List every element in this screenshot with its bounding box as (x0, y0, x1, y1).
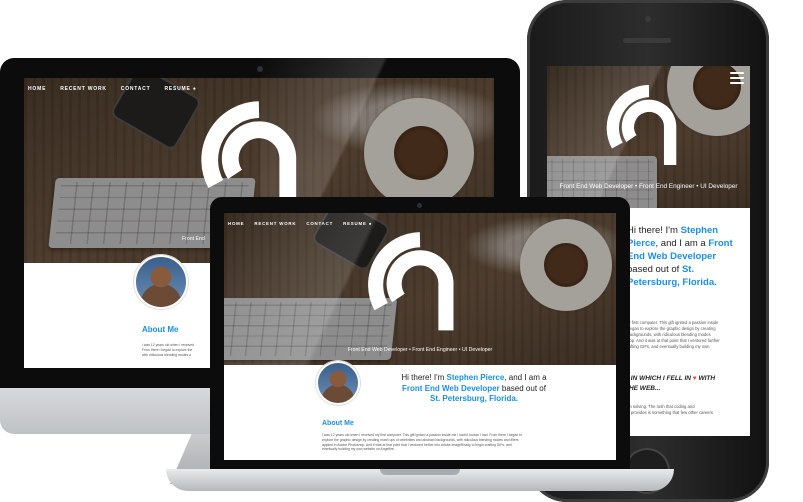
nav-contact[interactable]: CONTACT (121, 86, 151, 92)
brand-logo-icon (364, 231, 476, 339)
download-circle-icon: ● (192, 86, 197, 92)
avatar (316, 361, 360, 405)
phone-section-text: lem solving. The rush that coding and on… (625, 404, 713, 415)
phone-about-text: my first computer. This gift ignited a p… (625, 320, 720, 349)
brand-logo-icon (605, 84, 693, 172)
about-heading: About Me (322, 420, 354, 427)
nav-resume[interactable]: RESUME ● (343, 221, 372, 226)
imac-tagline: Front End (182, 236, 205, 242)
avatar (134, 255, 188, 309)
about-heading: About Me (142, 325, 179, 334)
imac-nav: HOME RECENT WORK CONTACT RESUME ● (28, 86, 197, 92)
nav-home[interactable]: HOME (28, 86, 46, 92)
nav-resume[interactable]: RESUME ● (164, 86, 196, 92)
imac-camera (257, 66, 263, 72)
download-circle-icon: ● (368, 221, 373, 226)
nav-home[interactable]: HOME (228, 221, 244, 226)
phone-intro: Hi there! I'm Stephen Pierce, and I am a… (627, 225, 733, 288)
nav-recent-work[interactable]: RECENT WORK (60, 86, 107, 92)
laptop-content: Hi there! I'm Stephen Pierce, and I am a… (224, 361, 616, 460)
hamburger-menu-icon[interactable] (730, 72, 744, 87)
about-text: I was 12 years old when I received my fi… (322, 433, 522, 452)
phone-section-heading: T IN WHICH I FELL IN ♥ WITH THE WEB... (625, 375, 716, 392)
laptop-camera (417, 203, 422, 208)
phone-camera (645, 16, 651, 22)
phone-tagline: Front End Web Developer • Front End Engi… (559, 183, 738, 190)
heart-icon: ♥ (692, 375, 697, 382)
laptop-notch (380, 469, 460, 475)
laptop-nav: HOME RECENT WORK CONTACT RESUME ● (228, 221, 372, 226)
laptop-hero: HOME RECENT WORK CONTACT RESUME ● Front … (224, 213, 616, 365)
laptop-tagline: Front End Web Developer • Front End Engi… (347, 347, 493, 353)
phone-speaker (623, 38, 671, 43)
nav-recent-work[interactable]: RECENT WORK (254, 221, 296, 226)
laptop-screen: HOME RECENT WORK CONTACT RESUME ● Front … (224, 213, 616, 460)
phone-hero: Front End Web Developer • Front End Engi… (547, 66, 750, 211)
laptop-intro: Hi there! I'm Stephen Pierce, and I am a… (401, 373, 547, 403)
nav-contact[interactable]: CONTACT (306, 221, 333, 226)
about-text: I was 12 years old when I received From … (142, 343, 195, 357)
